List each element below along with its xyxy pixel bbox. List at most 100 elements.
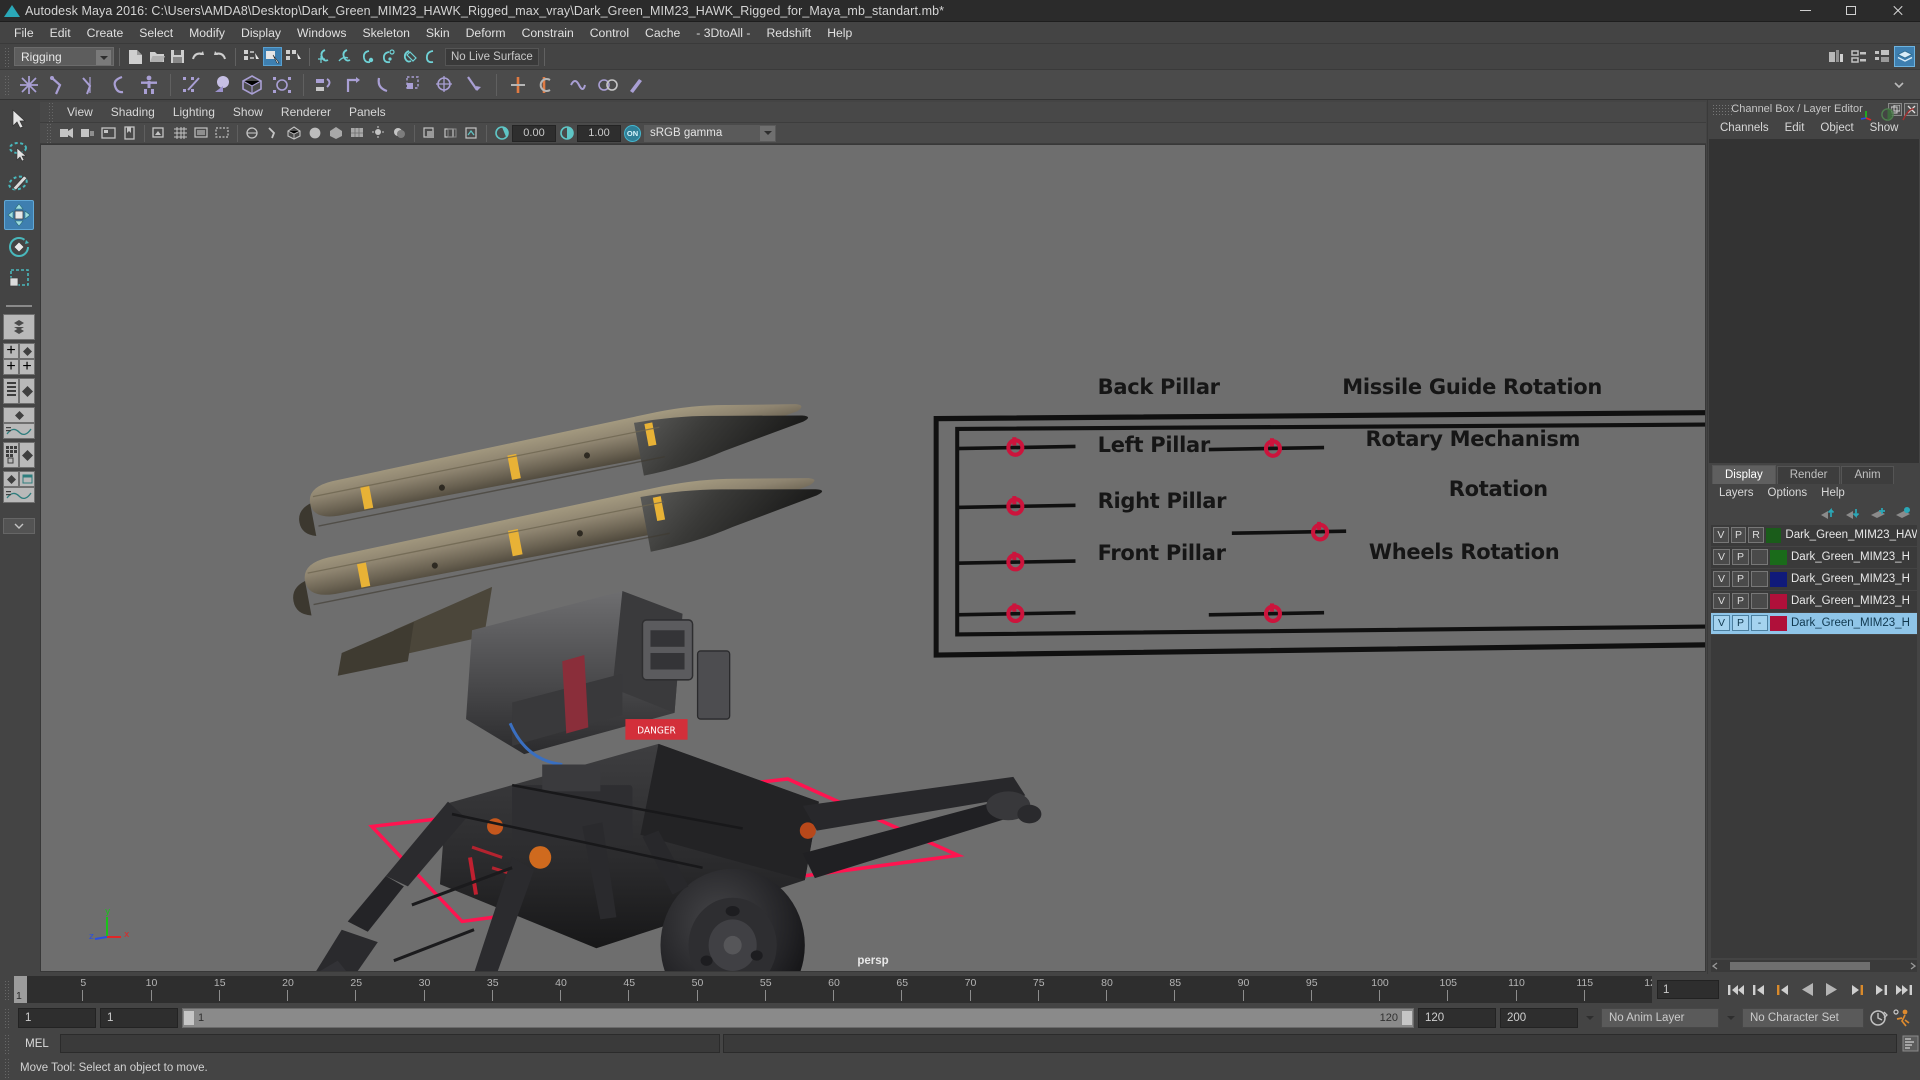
menu-help[interactable]: Help xyxy=(819,24,860,42)
layer-color-swatch[interactable] xyxy=(1770,615,1787,631)
make-live-icon[interactable] xyxy=(421,47,440,66)
close-button[interactable] xyxy=(1874,0,1920,22)
layer-playback-toggle[interactable]: P xyxy=(1732,615,1749,631)
channelbox-menu-show[interactable]: Show xyxy=(1862,121,1907,135)
select-camera-icon[interactable] xyxy=(57,124,76,143)
tab-anim[interactable]: Anim xyxy=(1841,465,1894,484)
scale-constraint-icon[interactable] xyxy=(402,72,428,98)
shelf-overflow-icon[interactable] xyxy=(1886,72,1912,98)
tab-render[interactable]: Render xyxy=(1776,465,1841,484)
go-to-end-icon[interactable] xyxy=(1893,979,1914,1000)
layer-name[interactable]: Dark_Green_MIM23_H xyxy=(1791,551,1910,563)
hypershade-persp-layout[interactable] xyxy=(2,442,36,468)
menu-create[interactable]: Create xyxy=(79,24,132,42)
playback-start-time-field[interactable]: 1 xyxy=(100,1008,178,1028)
screen-space-ao-icon[interactable] xyxy=(420,124,439,143)
shadows-icon[interactable] xyxy=(390,124,409,143)
snap-to-view-plane-icon[interactable] xyxy=(400,47,419,66)
character-set-select[interactable]: No Character Set xyxy=(1742,1008,1864,1028)
display-layer-list[interactable]: V P R Dark_Green_MIM23_HAWK V P - Dark_G… xyxy=(1711,524,1917,958)
multisample-icon[interactable] xyxy=(462,124,481,143)
play-forwards-icon[interactable] xyxy=(1821,979,1842,1000)
step-forward-keyframe-icon[interactable] xyxy=(1869,979,1890,1000)
outliner-persp-layout[interactable] xyxy=(2,378,36,404)
persp-graph-outliner-layout[interactable] xyxy=(2,471,36,503)
redo-icon[interactable] xyxy=(210,47,229,66)
play-backwards-icon[interactable] xyxy=(1797,979,1818,1000)
layer-name[interactable]: Dark_Green_MIM23_H xyxy=(1791,595,1910,607)
anim-layer-select[interactable]: No Anim Layer xyxy=(1601,1008,1719,1028)
show-hide-editors-icon[interactable] xyxy=(1825,46,1846,67)
range-end-handle[interactable] xyxy=(1401,1010,1413,1026)
live-surface-field[interactable]: No Live Surface xyxy=(445,47,539,66)
four-view-layout[interactable]: + + + xyxy=(2,342,36,375)
attribute-editor-icon[interactable] xyxy=(1848,46,1869,67)
layer-name[interactable]: Dark_Green_MIM23_H xyxy=(1791,617,1910,629)
select-by-hierarchy-icon[interactable] xyxy=(242,47,261,66)
color-profile-select[interactable]: sRGB gamma xyxy=(644,124,776,142)
viewport-menu-show[interactable]: Show xyxy=(224,104,272,120)
pole-vector-constraint-icon[interactable] xyxy=(462,72,488,98)
layer-playback-toggle[interactable]: P xyxy=(1732,549,1749,565)
lighting-icon[interactable] xyxy=(369,124,388,143)
scrollbar-thumb[interactable] xyxy=(1730,962,1870,970)
layer-visibility-toggle[interactable]: V xyxy=(1713,527,1729,543)
scale-tool[interactable] xyxy=(4,264,34,294)
exposure-icon[interactable] xyxy=(492,124,511,143)
table-row[interactable]: V P - Dark_Green_MIM23_H xyxy=(1711,591,1917,613)
channelbox-menu-object[interactable]: Object xyxy=(1812,121,1861,135)
joint-tool-icon[interactable] xyxy=(16,72,42,98)
menu-edit[interactable]: Edit xyxy=(42,24,79,42)
menu-modify[interactable]: Modify xyxy=(181,24,233,42)
layer-list-scrollbar[interactable] xyxy=(1711,960,1917,972)
animation-start-time-field[interactable]: 1 xyxy=(18,1008,96,1028)
chevron-down-icon[interactable] xyxy=(1582,1008,1597,1028)
channel-box-body[interactable] xyxy=(1709,139,1919,463)
time-slider-track[interactable]: 1 5 10 15 20 25 30 35 40 45 50 55 60 65 70 75 80 85 90 95 1… xyxy=(14,976,1652,1003)
color-management-toggle[interactable]: ON xyxy=(624,124,641,142)
insert-joint-icon[interactable] xyxy=(106,72,132,98)
sculpt-deformer-icon[interactable] xyxy=(625,72,651,98)
menu-file[interactable]: File xyxy=(6,24,42,42)
tab-display[interactable]: Display xyxy=(1712,464,1776,484)
range-slider-bar[interactable]: 1 120 xyxy=(182,1008,1414,1028)
ik-spline-handle-icon[interactable] xyxy=(76,72,102,98)
channelbox-menu-channels[interactable]: Channels xyxy=(1712,121,1777,135)
viewport-menu-lighting[interactable]: Lighting xyxy=(164,104,224,120)
point-constraint-icon[interactable] xyxy=(342,72,368,98)
layer-display-type-toggle[interactable]: - xyxy=(1751,571,1768,587)
layer-color-swatch[interactable] xyxy=(1770,549,1787,565)
menu-3dtoall[interactable]: - 3DtoAll - xyxy=(688,24,758,42)
animation-end-time-field[interactable]: 200 xyxy=(1500,1008,1578,1028)
aim-constraint-icon[interactable] xyxy=(432,72,458,98)
go-to-start-icon[interactable] xyxy=(1725,979,1746,1000)
move-layer-up-icon[interactable] xyxy=(1819,506,1837,520)
textured-icon[interactable] xyxy=(348,124,367,143)
scroll-right-icon[interactable] xyxy=(1908,962,1917,971)
layer-name[interactable]: Dark_Green_MIM23_H xyxy=(1791,573,1910,585)
layout-overflow-button[interactable] xyxy=(2,518,36,534)
snap-to-curve-icon[interactable] xyxy=(337,47,356,66)
wireframe-shading-icon[interactable] xyxy=(285,124,304,143)
maximize-button[interactable] xyxy=(1828,0,1874,22)
smooth-bind-icon[interactable] xyxy=(239,72,265,98)
viewport-menu-renderer[interactable]: Renderer xyxy=(272,104,340,120)
exposure-value-field[interactable]: 0.00 xyxy=(512,124,556,142)
current-frame-field[interactable]: 1 xyxy=(1657,980,1719,999)
menu-redshift[interactable]: Redshift xyxy=(758,24,819,42)
parent-constraint-icon[interactable] xyxy=(312,72,338,98)
cluster-icon[interactable] xyxy=(505,72,531,98)
mel-label[interactable]: MEL xyxy=(17,1038,57,1050)
menu-constrain[interactable]: Constrain xyxy=(514,24,582,42)
flat-shading-icon[interactable] xyxy=(327,124,346,143)
lasso-select-tool[interactable] xyxy=(4,136,34,166)
select-tool[interactable] xyxy=(4,104,34,134)
range-start-handle[interactable] xyxy=(183,1010,195,1026)
layer-color-swatch[interactable] xyxy=(1770,571,1787,587)
channelbox-menu-edit[interactable]: Edit xyxy=(1777,121,1813,135)
bind-skin-icon[interactable] xyxy=(179,72,205,98)
xray-toggle-icon[interactable] xyxy=(243,124,262,143)
layer-color-swatch[interactable] xyxy=(1765,527,1782,543)
layer-visibility-toggle[interactable]: V xyxy=(1713,615,1730,631)
command-input[interactable] xyxy=(60,1034,720,1053)
